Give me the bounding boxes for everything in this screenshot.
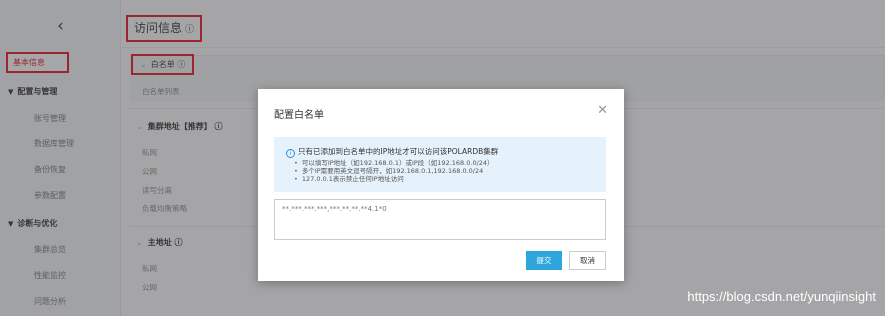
cancel-button[interactable]: 取消: [569, 251, 606, 270]
info-item: 127.0.0.1表示禁止任何IP地址访问: [294, 175, 494, 183]
watermark: https://blog.csdn.net/yunqiinsight: [687, 289, 876, 304]
info-box: i只有已添加到白名单中的IP地址才可以访问该POLARDB集群 可以填写IP地址…: [274, 137, 606, 192]
submit-button[interactable]: 提交: [526, 251, 562, 270]
info-head: i 只有已添加到白名单中的IP地址才可以访问该POLARDB集群: [286, 146, 498, 158]
close-icon[interactable]: ✕: [597, 103, 608, 118]
info-item: 多个IP需要用英文逗号隔开，如192.168.0.1,192.168.0.0/2…: [294, 167, 494, 175]
info-circle-icon: i: [286, 149, 295, 158]
info-list: 可以填写IP地址（如192.168.0.1）或IP段（如192.168.0.0/…: [294, 159, 494, 183]
info-item: 可以填写IP地址（如192.168.0.1）或IP段（如192.168.0.0/…: [294, 159, 494, 167]
whitelist-textarea[interactable]: **.***.***.***,***.**.**.**4.1*0: [274, 199, 606, 240]
whitelist-dialog: 配置白名单 ✕ i 只有已添加到白名单中的IP地址才可以访问该POLARDB集群 …: [258, 89, 624, 281]
dialog-title: 配置白名单: [274, 110, 324, 121]
